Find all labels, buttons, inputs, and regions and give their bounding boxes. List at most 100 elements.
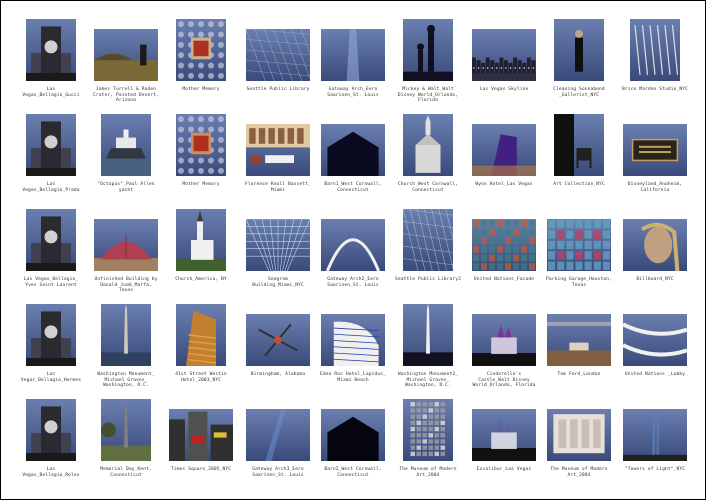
casino-building-icon[interactable] — [26, 304, 76, 366]
photo-cell[interactable]: United Nations _Lobby — [622, 314, 688, 378]
photo-caption: Las Vegas Skyline — [479, 87, 529, 92]
glass-facade-icon[interactable] — [403, 209, 453, 271]
photo-cell[interactable]: Eden Roc Hotel_Lapidus_ Miami Beach — [320, 314, 386, 383]
living-room-icon[interactable] — [246, 124, 310, 176]
photo-caption: Gateway Arch_Eero Saarinen_St. Louis — [327, 87, 379, 98]
photo-caption: Church_America, NY — [175, 277, 227, 282]
arch-curve-icon[interactable] — [321, 219, 385, 271]
quonset-hut-icon[interactable] — [94, 219, 158, 271]
casino-building-icon[interactable] — [26, 114, 76, 176]
castle-night-icon[interactable] — [472, 409, 536, 461]
church-night-icon[interactable] — [403, 114, 453, 176]
photo-cell[interactable]: Church_America, NY — [168, 209, 234, 283]
barn-dark-icon[interactable] — [321, 409, 385, 461]
photo-cell[interactable]: Mickey & Walt_Walt Disney World_Orlando,… — [395, 19, 461, 104]
photo-cell[interactable]: Washington Monument_ Michael Graves_ Was… — [93, 304, 159, 389]
grid-ceiling-icon[interactable] — [246, 219, 310, 271]
museum-facade-icon[interactable] — [403, 399, 453, 461]
photo-cell[interactable]: Las Vegas_Bellagio_Prada — [18, 114, 84, 193]
photo-cell[interactable]: The Museum of Modern Art_2004 — [395, 399, 461, 478]
casino-building-icon[interactable] — [26, 209, 76, 271]
photo-cell[interactable]: Barn1_West Cornwall, Connecticut — [320, 124, 386, 193]
photo-cell[interactable]: Brice Marden Studio_NYC — [622, 19, 688, 93]
photo-cell[interactable]: Las Vegas_Bellagio_Hermes — [18, 304, 84, 383]
photo-cell[interactable]: Las Vegas_Bellagio_Gucci — [18, 19, 84, 98]
photo-cell[interactable]: Washington Monument2_ Michael Graves_ Wa… — [395, 304, 461, 389]
photo-cell[interactable]: The Museum of Modern Art_2004 — [546, 409, 612, 478]
hotel-night-icon[interactable] — [472, 124, 536, 176]
casino-building-icon[interactable] — [26, 399, 76, 461]
hotel-white-icon[interactable] — [321, 314, 385, 366]
studio-interior-icon[interactable] — [630, 19, 680, 81]
photo-cell[interactable]: Disneyland_Anaheim, California — [622, 124, 688, 193]
photo-cell[interactable]: Seattle Public Library — [245, 29, 311, 93]
times-square-icon[interactable] — [169, 409, 233, 461]
yacht-icon[interactable] — [101, 114, 151, 176]
photo-cell[interactable]: Florence Knoll Bassett_ Miami — [245, 124, 311, 193]
photo-cell[interactable]: "Octopus"_Paul Allen yacht — [93, 114, 159, 193]
photo-cell[interactable]: Art Collection_NYC — [546, 114, 612, 188]
casino-building-icon[interactable] — [26, 19, 76, 81]
photo-cell[interactable]: Cinderella's Castle_Walt Disney World_Or… — [471, 314, 537, 389]
sculpture-sky-icon[interactable] — [246, 314, 310, 366]
arch-blue-icon[interactable] — [321, 29, 385, 81]
facade-grid-icon[interactable] — [472, 219, 536, 271]
photo-cell[interactable]: Las Vegas_Bellagio_Rolex — [18, 399, 84, 478]
photo-cell[interactable]: Cleaning Sonnabend _Gallerist_NYC — [546, 19, 612, 98]
church-day-icon[interactable] — [176, 209, 226, 271]
photo-cell[interactable]: Las Vegas Skyline — [471, 29, 537, 93]
night-skyline-icon[interactable] — [472, 29, 536, 81]
photo-cell[interactable]: Birmingham, Alabama — [245, 314, 311, 378]
chair-interior-icon[interactable] — [554, 114, 604, 176]
photo-cell[interactable]: United Nations_Facade — [471, 219, 537, 283]
photo-cell[interactable]: Barn2_West Cornwall, Connecticut — [320, 409, 386, 478]
photo-cell[interactable]: Excalibur_Las Vegas — [471, 409, 537, 473]
photo-caption: United Nations_Facade — [473, 277, 535, 282]
photo-cell[interactable]: Parking Garage_Houston, Texas — [546, 219, 612, 288]
photo-caption: Church_West Cornwall, Connecticut — [397, 182, 459, 193]
photo-caption: Seattle Public Library2 — [395, 277, 461, 282]
photo-cell[interactable]: Wynn Hotel_Las Vegas — [471, 124, 537, 188]
lobby-curves-icon[interactable] — [623, 314, 687, 366]
monument-night-icon[interactable] — [403, 304, 453, 366]
billboard-face-icon[interactable] — [623, 219, 687, 271]
photo-cell[interactable]: Gateway Arch3_Eero Saarinen_St. Louis — [245, 409, 311, 478]
photo-cell[interactable]: Times Square_2005_NYC — [168, 409, 234, 473]
photo-caption: Florence Knoll Bassett_ Miami — [245, 182, 311, 193]
photo-cell[interactable]: Memorial Day_Kent, Connecticut — [93, 399, 159, 478]
photo-cell[interactable]: Unfinished Building by Donald Judd_Marfa… — [93, 219, 159, 294]
monument-day-icon[interactable] — [101, 304, 151, 366]
photo-caption: The Museum of Modern Art_2004 — [399, 467, 457, 478]
photo-cell[interactable]: Seagram Building_Miami_NYC — [245, 219, 311, 288]
lobby-interior-icon[interactable] — [547, 314, 611, 366]
museum-interior-icon[interactable] — [547, 409, 611, 461]
glass-facade-icon[interactable] — [246, 29, 310, 81]
standing-figure-icon[interactable] — [554, 19, 604, 81]
plaque-icon[interactable] — [623, 124, 687, 176]
patterned-wall-icon[interactable] — [176, 114, 226, 176]
facade-colored-icon[interactable] — [547, 219, 611, 271]
hotel-stripes-icon[interactable] — [176, 304, 226, 366]
photo-caption: Unfinished Building by Donald Judd_Marfa… — [94, 277, 158, 294]
photo-cell[interactable]: Seattle Public Library2 — [395, 209, 461, 283]
photo-cell[interactable]: Church_West Cornwall, Connecticut — [395, 114, 461, 193]
photo-cell[interactable]: Billboard_NYC — [622, 219, 688, 283]
photo-cell[interactable]: James Turrell & Roden Crater, Painted De… — [93, 29, 159, 104]
photo-cell[interactable]: Gateway Arch2_Eero Saarinen_St. Louis — [320, 219, 386, 288]
silhouette-statue-icon[interactable] — [403, 19, 453, 81]
patterned-wall-icon[interactable] — [176, 19, 226, 81]
photo-cell[interactable]: Mother Memory — [168, 19, 234, 93]
photo-cell[interactable]: Gateway Arch_Eero Saarinen_St. Louis — [320, 29, 386, 98]
photo-cell[interactable]: Tom Ford_London — [546, 314, 612, 378]
photo-caption: Disneyland_Anaheim, California — [627, 182, 683, 193]
light-beams-icon[interactable] — [623, 409, 687, 461]
photo-cell[interactable]: "Towers of Light"_NYC — [622, 409, 688, 473]
photo-cell[interactable]: Las Vegas_Bellagio_ Yves Saint Laurent — [18, 209, 84, 288]
photo-cell[interactable]: 41st Street Westin Hotel_2003_NYC — [168, 304, 234, 383]
photo-cell[interactable]: Mother Memory — [168, 114, 234, 188]
castle-lights-icon[interactable] — [472, 314, 536, 366]
arch-dark-icon[interactable] — [246, 409, 310, 461]
obelisk-park-icon[interactable] — [101, 399, 151, 461]
barn-blue-icon[interactable] — [321, 124, 385, 176]
desert-landscape-icon[interactable] — [94, 29, 158, 81]
